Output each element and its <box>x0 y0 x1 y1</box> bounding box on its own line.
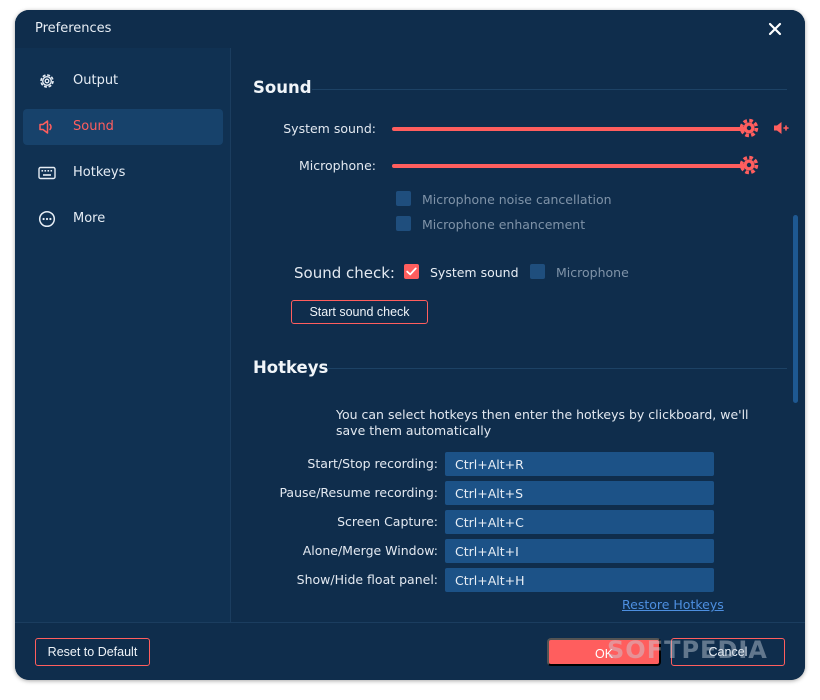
sidebar-item-label: Output <box>73 73 119 88</box>
more-icon <box>38 210 56 228</box>
window-title: Preferences <box>35 21 112 36</box>
section-divider <box>312 89 787 90</box>
start-sound-check-button[interactable]: Start sound check <box>291 300 428 324</box>
checkmark-icon <box>406 267 417 276</box>
sound-check-mic-label: Microphone <box>556 265 629 280</box>
hotkey-label-start-stop: Start/Stop recording: <box>307 456 438 471</box>
sidebar-item-sound[interactable]: Sound <box>23 109 223 145</box>
hotkey-label-pause-resume: Pause/Resume recording: <box>279 485 438 500</box>
volume-icon[interactable] <box>772 119 790 137</box>
section-divider <box>327 368 787 369</box>
system-sound-slider[interactable] <box>392 127 747 131</box>
close-button[interactable] <box>765 19 785 39</box>
softpedia-watermark: SOFTPEDIA <box>607 636 768 664</box>
sidebar-item-label: Hotkeys <box>73 165 126 180</box>
sound-check-system-label: System sound <box>430 265 519 280</box>
system-sound-label: System sound: <box>283 121 376 136</box>
sidebar: Output Sound Hotkeys More <box>15 48 231 622</box>
hotkey-label-alone-merge: Alone/Merge Window: <box>302 543 438 558</box>
reset-to-default-button[interactable]: Reset to Default <box>35 638 150 666</box>
keyboard-icon <box>38 166 56 180</box>
hotkey-field-start-stop[interactable]: Ctrl+Alt+R <box>445 452 714 476</box>
hotkey-field-show-hide[interactable]: Ctrl+Alt+H <box>445 568 714 592</box>
microphone-label: Microphone: <box>299 158 376 173</box>
sidebar-item-output[interactable]: Output <box>23 63 223 99</box>
hotkeys-description: You can select hotkeys then enter the ho… <box>336 407 749 438</box>
noise-cancellation-label: Microphone noise cancellation <box>422 192 612 207</box>
sound-check-system-checkbox[interactable] <box>404 264 419 279</box>
gear-icon <box>40 74 54 88</box>
restore-hotkeys-link[interactable]: Restore Hotkeys <box>622 597 724 612</box>
hotkey-label-show-hide: Show/Hide float panel: <box>296 572 438 587</box>
hotkeys-section-title: Hotkeys <box>253 358 329 377</box>
sidebar-item-label: More <box>73 211 106 226</box>
content-scrollbar[interactable] <box>793 215 798 403</box>
hotkey-field-alone-merge[interactable]: Ctrl+Alt+I <box>445 539 714 563</box>
microphone-slider[interactable] <box>392 164 747 168</box>
noise-cancellation-checkbox[interactable] <box>396 191 411 206</box>
hotkey-field-screen-capture[interactable]: Ctrl+Alt+C <box>445 510 714 534</box>
speaker-icon <box>39 120 52 134</box>
sound-check-label: Sound check: <box>294 264 395 282</box>
close-icon <box>768 22 782 36</box>
hotkey-label-screen-capture: Screen Capture: <box>337 514 438 529</box>
hotkey-field-pause-resume[interactable]: Ctrl+Alt+S <box>445 481 714 505</box>
sound-check-mic-checkbox[interactable] <box>530 264 545 279</box>
enhancement-checkbox[interactable] <box>396 216 411 231</box>
microphone-slider-knob[interactable] <box>738 154 760 176</box>
settings-content: Sound System sound: Microphone: Micropho… <box>232 48 805 622</box>
title-bar: Preferences <box>15 10 805 48</box>
preferences-window: Preferences Output Sound Hotkeys More So… <box>15 10 805 680</box>
enhancement-label: Microphone enhancement <box>422 217 586 232</box>
sidebar-item-more[interactable]: More <box>23 201 223 237</box>
sidebar-item-label: Sound <box>73 119 114 134</box>
system-sound-slider-knob[interactable] <box>738 117 760 139</box>
sidebar-item-hotkeys[interactable]: Hotkeys <box>23 155 223 191</box>
sound-section-title: Sound <box>253 78 312 97</box>
